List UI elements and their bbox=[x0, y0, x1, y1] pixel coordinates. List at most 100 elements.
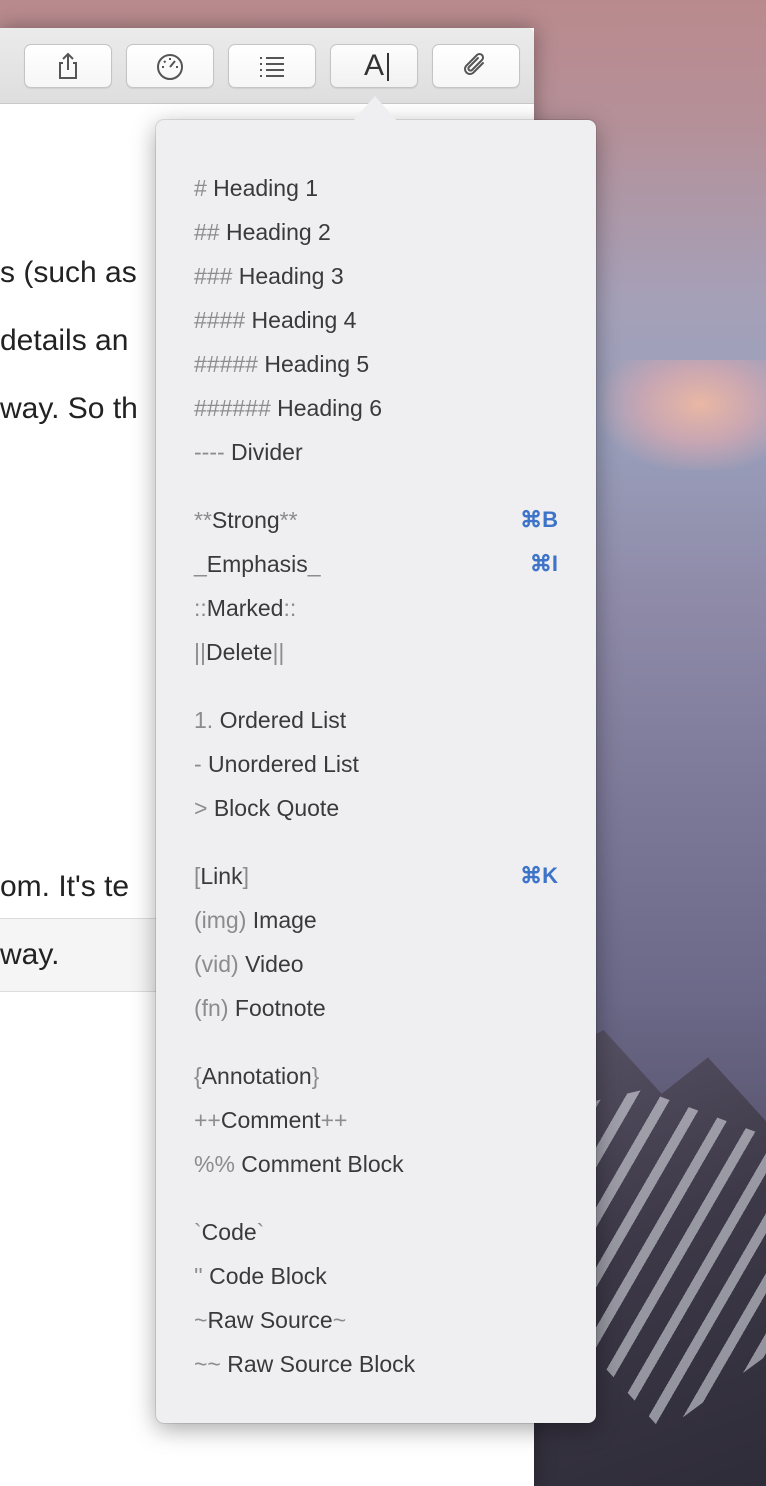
format-menu-item[interactable]: %% Comment Block bbox=[194, 1142, 558, 1186]
format-menu-item[interactable]: (vid) Video bbox=[194, 942, 558, 986]
format-menu-item-text: ### Heading 3 bbox=[194, 263, 344, 290]
markdown-marker: > bbox=[194, 794, 208, 821]
toolbar: A bbox=[0, 28, 534, 104]
markdown-marker: ` bbox=[194, 1218, 202, 1245]
format-menu-item-text: (img) Image bbox=[194, 907, 317, 934]
outline-button[interactable] bbox=[228, 44, 316, 88]
format-menu-item-label: Footnote bbox=[228, 994, 326, 1021]
format-menu-item[interactable]: ## Heading 2 bbox=[194, 210, 558, 254]
format-menu-item[interactable]: (fn) Footnote bbox=[194, 986, 558, 1030]
format-menu-item-text: > Block Quote bbox=[194, 795, 339, 822]
format-menu-item-label: Link bbox=[200, 862, 243, 889]
format-menu-item-text: # Heading 1 bbox=[194, 175, 318, 202]
format-menu-item-text: **Strong** bbox=[194, 507, 298, 534]
format-menu-item-text: (vid) Video bbox=[194, 951, 304, 978]
format-menu-item-text: ||Delete|| bbox=[194, 639, 284, 666]
format-menu-item[interactable]: **Strong** ⌘B bbox=[194, 498, 558, 542]
document-line[interactable]: om. It's te bbox=[0, 870, 129, 904]
format-menu-item-text: ##### Heading 5 bbox=[194, 351, 369, 378]
markdown-marker: ** bbox=[194, 506, 212, 533]
stats-button[interactable] bbox=[126, 44, 214, 88]
paperclip-icon bbox=[461, 51, 491, 81]
format-menu-item-text: %% Comment Block bbox=[194, 1151, 404, 1178]
format-menu-item[interactable]: [Link] ⌘K bbox=[194, 854, 558, 898]
format-menu-item-text: ###### Heading 6 bbox=[194, 395, 382, 422]
format-menu-item[interactable]: ~~ Raw Source Block bbox=[194, 1342, 558, 1386]
format-menu-item-label: Code bbox=[201, 1218, 257, 1245]
format-menu-item[interactable]: ||Delete|| bbox=[194, 630, 558, 674]
speedometer-icon bbox=[153, 52, 187, 80]
format-menu-item[interactable]: #### Heading 4 bbox=[194, 298, 558, 342]
markdown-marker: { bbox=[194, 1062, 202, 1089]
format-button-label: A bbox=[363, 49, 384, 82]
markdown-marker-end: || bbox=[272, 638, 285, 665]
format-menu-item-label: Heading 4 bbox=[245, 306, 357, 333]
markdown-marker-end: ~ bbox=[332, 1306, 347, 1333]
format-menu-item-label: Marked bbox=[206, 594, 284, 621]
format-menu-item-text: #### Heading 4 bbox=[194, 307, 356, 334]
keyboard-shortcut: ⌘K bbox=[520, 863, 558, 888]
format-menu-item-text: _Emphasis_ bbox=[194, 551, 321, 578]
format-menu-item-text: ~~ Raw Source Block bbox=[194, 1351, 415, 1378]
format-button[interactable]: A bbox=[330, 44, 418, 88]
markdown-marker: (fn) bbox=[194, 994, 229, 1021]
markdown-marker: || bbox=[194, 638, 206, 665]
markdown-marker-end: ++ bbox=[320, 1106, 348, 1133]
document-line[interactable]: s (such as bbox=[0, 256, 137, 290]
attach-button[interactable] bbox=[432, 44, 520, 88]
markdown-marker: '' bbox=[194, 1262, 203, 1289]
share-button[interactable] bbox=[24, 44, 112, 88]
format-menu-item[interactable]: ::Marked:: bbox=[194, 586, 558, 630]
format-menu-item-text: [Link] bbox=[194, 863, 249, 890]
format-menu-item[interactable]: ##### Heading 5 bbox=[194, 342, 558, 386]
format-menu-item[interactable]: _Emphasis_ ⌘I bbox=[194, 542, 558, 586]
format-menu-item[interactable]: ### Heading 3 bbox=[194, 254, 558, 298]
format-menu-item-label: Block Quote bbox=[207, 794, 340, 821]
format-menu-item[interactable]: - Unordered List bbox=[194, 742, 558, 786]
format-menu-item[interactable]: > Block Quote bbox=[194, 786, 558, 830]
markdown-marker: - bbox=[194, 750, 202, 777]
format-menu-item-text: {Annotation} bbox=[194, 1063, 319, 1090]
text-caret bbox=[387, 53, 389, 81]
format-menu-item[interactable]: `Code` bbox=[194, 1210, 558, 1254]
markdown-marker-end: ` bbox=[256, 1218, 265, 1245]
format-menu-item[interactable]: ---- Divider bbox=[194, 430, 558, 474]
format-menu-item[interactable]: ++Comment++ bbox=[194, 1098, 558, 1142]
format-menu-item-label: Unordered List bbox=[201, 750, 359, 777]
markdown-marker: ## bbox=[194, 218, 220, 245]
format-menu-item-text: '' Code Block bbox=[194, 1263, 327, 1290]
format-menu-item-label: Ordered List bbox=[213, 706, 347, 733]
format-menu-item-text: ---- Divider bbox=[194, 439, 303, 466]
format-menu-item-label: Divider bbox=[224, 438, 303, 465]
format-menu-item-label: Heading 6 bbox=[270, 394, 382, 421]
format-menu-item-label: Raw Source Block bbox=[220, 1350, 416, 1377]
markdown-marker-end: :: bbox=[283, 594, 297, 621]
format-menu-item[interactable]: ###### Heading 6 bbox=[194, 386, 558, 430]
document-line[interactable]: way. So th bbox=[0, 392, 138, 426]
keyboard-shortcut: ⌘I bbox=[529, 551, 558, 576]
markdown-marker: _ bbox=[194, 550, 207, 577]
keyboard-shortcut: ⌘B bbox=[520, 507, 558, 532]
format-menu-item[interactable]: ~Raw Source~ bbox=[194, 1298, 558, 1342]
format-menu-item[interactable]: # Heading 1 bbox=[194, 166, 558, 210]
markdown-marker: # bbox=[194, 174, 207, 201]
markdown-marker: (img) bbox=[194, 906, 247, 933]
format-menu-item-text: ~Raw Source~ bbox=[194, 1307, 346, 1334]
format-menu-item-label: Comment Block bbox=[234, 1150, 404, 1177]
markdown-marker-end: _ bbox=[307, 550, 321, 577]
format-menu-item[interactable]: 1. Ordered List bbox=[194, 698, 558, 742]
format-popover: # Heading 1 ## Heading 2 ### Heading 3 ####… bbox=[156, 120, 596, 1423]
document-line[interactable]: details an bbox=[0, 324, 128, 358]
markdown-marker: ### bbox=[194, 262, 233, 289]
format-menu-item-label: Raw Source bbox=[207, 1306, 333, 1333]
markdown-marker: ###### bbox=[194, 394, 271, 421]
list-icon bbox=[258, 55, 286, 77]
markdown-marker: ++ bbox=[194, 1106, 221, 1133]
document-line[interactable]: way. bbox=[0, 938, 59, 972]
format-menu-item[interactable]: (img) Image bbox=[194, 898, 558, 942]
format-menu-item-label: Image bbox=[246, 906, 317, 933]
markdown-marker: ~~ bbox=[194, 1350, 221, 1377]
format-menu-item[interactable]: {Annotation} bbox=[194, 1054, 558, 1098]
format-menu-item[interactable]: '' Code Block bbox=[194, 1254, 558, 1298]
format-menu-item-text: ## Heading 2 bbox=[194, 219, 331, 246]
